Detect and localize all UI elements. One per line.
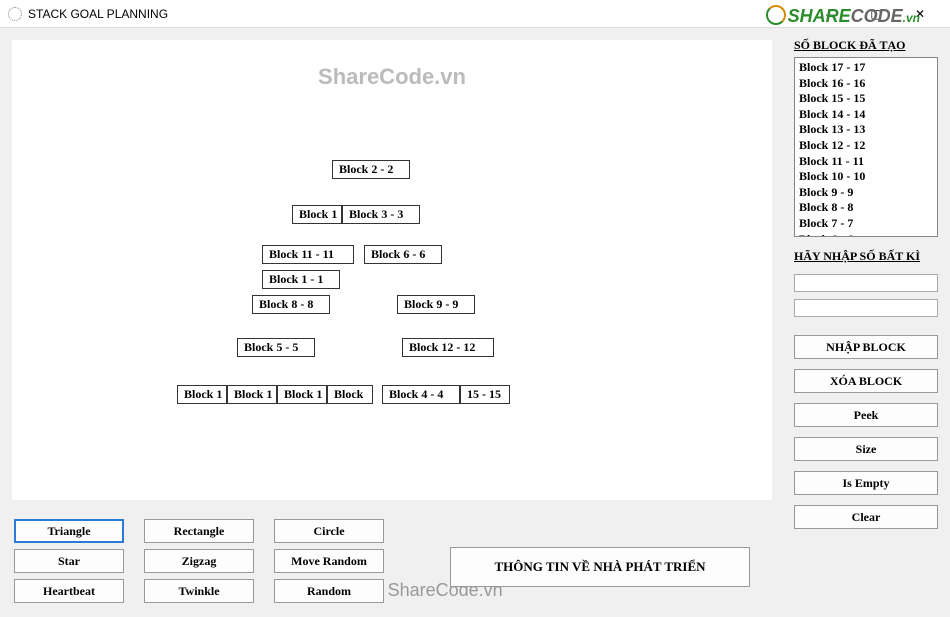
star-button[interactable]: Star [14, 549, 124, 573]
canvas-block[interactable]: Block 11 - 11 [262, 245, 354, 264]
canvas-block[interactable]: Block 1 [177, 385, 227, 404]
titlebar: STACK GOAL PLANNING — ▢ ✕ [0, 0, 950, 28]
canvas-block[interactable]: Block 1 [292, 205, 342, 224]
canvas-block[interactable]: Block 9 - 9 [397, 295, 475, 314]
heartbeat-button[interactable]: Heartbeat [14, 579, 124, 603]
list-item[interactable]: Block 13 - 13 [799, 122, 933, 138]
list-item[interactable]: Block 14 - 14 [799, 107, 933, 123]
add-block-button[interactable]: NHẬP BLOCK [794, 335, 938, 359]
developer-info-button[interactable]: THÔNG TIN VỀ NHÀ PHÁT TRIỂN [450, 547, 750, 587]
rectangle-button[interactable]: Rectangle [144, 519, 254, 543]
app-icon [8, 7, 22, 21]
canvas-block[interactable]: Block 1 [277, 385, 327, 404]
canvas-block[interactable]: Block 6 - 6 [364, 245, 442, 264]
list-item[interactable]: Block 7 - 7 [799, 216, 933, 232]
list-item[interactable]: Block 6 - 6 [799, 232, 933, 237]
delete-block-button[interactable]: XÓA BLOCK [794, 369, 938, 393]
clear-button[interactable]: Clear [794, 505, 938, 529]
block-listbox[interactable]: Block 17 - 17Block 16 - 16Block 15 - 15B… [794, 57, 938, 237]
canvas-block[interactable]: Block 2 - 2 [332, 160, 410, 179]
canvas-block[interactable]: Block 12 - 12 [402, 338, 494, 357]
watermark-top: ShareCode.vn [12, 64, 772, 90]
left-panel: ShareCode.vn Block 2 - 2Block 1Block 3 -… [0, 28, 790, 617]
right-panel: SỐ BLOCK ĐÃ TẠO Block 17 - 17Block 16 - … [790, 28, 950, 617]
canvas-block[interactable]: Block 3 - 3 [342, 205, 420, 224]
canvas-block[interactable]: Block 5 - 5 [237, 338, 315, 357]
peek-button[interactable]: Peek [794, 403, 938, 427]
circle-button[interactable]: Circle [274, 519, 384, 543]
list-item[interactable]: Block 8 - 8 [799, 200, 933, 216]
size-button[interactable]: Size [794, 437, 938, 461]
canvas-block[interactable]: Block 1 [227, 385, 277, 404]
random-button[interactable]: Random [274, 579, 384, 603]
minimize-button[interactable]: — [810, 0, 854, 28]
app-title: STACK GOAL PLANNING [28, 7, 168, 21]
canvas-block[interactable]: Block [327, 385, 373, 404]
maximize-button[interactable]: ▢ [854, 0, 898, 28]
canvas-block[interactable]: Block 1 - 1 [262, 270, 340, 289]
canvas-area: ShareCode.vn Block 2 - 2Block 1Block 3 -… [12, 40, 772, 500]
move-random-button[interactable]: Move Random [274, 549, 384, 573]
close-button[interactable]: ✕ [898, 0, 942, 28]
canvas-block[interactable]: Block 8 - 8 [252, 295, 330, 314]
list-item[interactable]: Block 16 - 16 [799, 76, 933, 92]
list-item[interactable]: Block 15 - 15 [799, 91, 933, 107]
canvas-block[interactable]: 15 - 15 [460, 385, 510, 404]
block-list-header: SỐ BLOCK ĐÃ TẠO [794, 38, 938, 53]
canvas-block[interactable]: Block 4 - 4 [382, 385, 460, 404]
list-item[interactable]: Block 9 - 9 [799, 185, 933, 201]
shape-button-group: Triangle Rectangle Circle Star Zigzag Move Ra… [14, 519, 384, 603]
number-input-1[interactable] [794, 274, 938, 292]
zigzag-button[interactable]: Zigzag [144, 549, 254, 573]
triangle-button[interactable]: Triangle [14, 519, 124, 543]
list-item[interactable]: Block 12 - 12 [799, 138, 933, 154]
is-empty-button[interactable]: Is Empty [794, 471, 938, 495]
list-item[interactable]: Block 11 - 11 [799, 154, 933, 170]
list-item[interactable]: Block 17 - 17 [799, 60, 933, 76]
list-item[interactable]: Block 10 - 10 [799, 169, 933, 185]
twinkle-button[interactable]: Twinkle [144, 579, 254, 603]
input-header: HÃY NHẬP SỐ BẤT KÌ [794, 249, 938, 264]
number-input-2[interactable] [794, 299, 938, 317]
